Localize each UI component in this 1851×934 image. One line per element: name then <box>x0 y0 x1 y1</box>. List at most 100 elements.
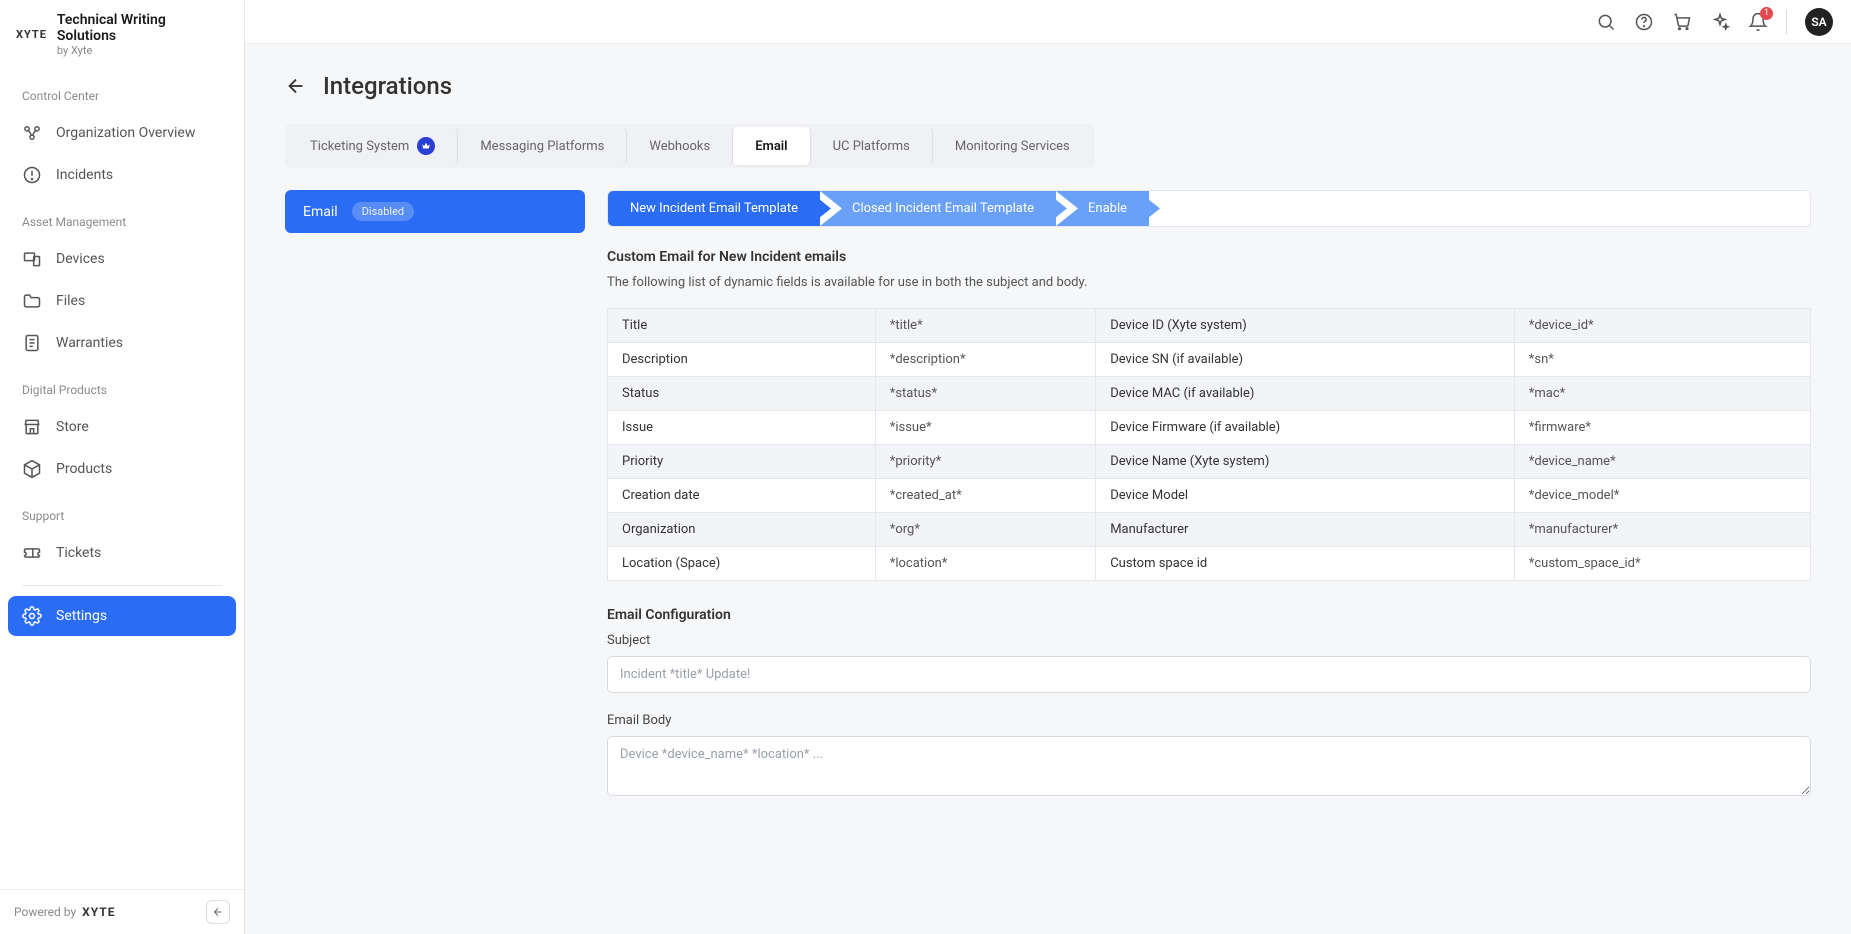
field-label: Device Firmware (if available) <box>1096 411 1515 445</box>
powered-by-text: Powered by <box>14 905 76 919</box>
table-row: Location (Space)*location*Custom space i… <box>608 547 1811 581</box>
page-header: Integrations <box>285 72 1811 100</box>
field-token: *custom_space_id* <box>1514 547 1810 581</box>
field-label: Custom space id <box>1096 547 1515 581</box>
field-label: Description <box>608 343 876 377</box>
sub-tab-email[interactable]: Email Disabled <box>285 190 585 233</box>
brand-title: Technical Writing Solutions <box>57 12 228 44</box>
sidebar-item-tickets[interactable]: Tickets <box>8 533 236 573</box>
sidebar-item-files[interactable]: Files <box>8 281 236 321</box>
sidebar-item-store[interactable]: Store <box>8 407 236 447</box>
avatar[interactable]: SA <box>1805 8 1833 36</box>
sidebar-item-label: Files <box>56 293 85 309</box>
alert-icon <box>22 165 42 185</box>
brand-subtitle: by Xyte <box>57 44 228 57</box>
divider <box>22 585 222 586</box>
table-row: Status*status*Device MAC (if available)*… <box>608 377 1811 411</box>
field-token: *issue* <box>875 411 1095 445</box>
tab-uc-platforms[interactable]: UC Platforms <box>811 127 933 165</box>
gear-icon <box>22 606 42 626</box>
tab-webhooks[interactable]: Webhooks <box>627 127 733 165</box>
store-icon <box>22 417 42 437</box>
field-token: *status* <box>875 377 1095 411</box>
step-new-incident[interactable]: New Incident Email Template <box>608 191 820 226</box>
subject-input[interactable] <box>607 656 1811 693</box>
field-token: *org* <box>875 513 1095 547</box>
sidebar-item-label: Incidents <box>56 167 113 183</box>
wizard-steps: New Incident Email Template Closed Incid… <box>607 190 1811 227</box>
status-pill: Disabled <box>352 202 414 221</box>
email-config-heading: Email Configuration <box>607 607 1811 623</box>
sidebar-item-products[interactable]: Products <box>8 449 236 489</box>
field-label: Title <box>608 309 876 343</box>
field-token: *device_id* <box>1514 309 1810 343</box>
bell-icon[interactable]: 1 <box>1748 12 1768 32</box>
subject-label: Subject <box>607 633 1811 648</box>
sidebar-item-warranties[interactable]: Warranties <box>8 323 236 363</box>
topbar: 1 SA <box>245 0 1851 44</box>
nav-heading: Control Center <box>8 83 236 113</box>
table-row: Creation date*created_at*Device Model*de… <box>608 479 1811 513</box>
brand-logo: XYTE <box>16 28 47 41</box>
sidebar-item-organization-overview[interactable]: Organization Overview <box>8 113 236 153</box>
field-token: *location* <box>875 547 1095 581</box>
ticket-icon <box>22 543 42 563</box>
field-label: Organization <box>608 513 876 547</box>
field-label: Location (Space) <box>608 547 876 581</box>
collapse-sidebar-button[interactable] <box>206 900 230 924</box>
nav-heading: Support <box>8 503 236 533</box>
body-textarea[interactable] <box>607 736 1811 796</box>
nav-heading: Digital Products <box>8 377 236 407</box>
field-label: Device SN (if available) <box>1096 343 1515 377</box>
sidebar: XYTE Technical Writing Solutions by Xyte… <box>0 0 245 934</box>
sidebar-footer: Powered by XYTE <box>0 889 244 934</box>
nav-heading: Asset Management <box>8 209 236 239</box>
section-title: Custom Email for New Incident emails <box>607 249 1811 265</box>
tab-messaging-platforms[interactable]: Messaging Platforms <box>458 127 627 165</box>
table-row: Description*description*Device SN (if av… <box>608 343 1811 377</box>
sidebar-item-settings[interactable]: Settings <box>8 596 236 636</box>
table-row: Title*title*Device ID (Xyte system)*devi… <box>608 309 1811 343</box>
field-label: Device MAC (if available) <box>1096 377 1515 411</box>
section-desc: The following list of dynamic fields is … <box>607 275 1811 290</box>
sidebar-item-label: Organization Overview <box>56 125 195 141</box>
doc-icon <box>22 333 42 353</box>
back-button[interactable] <box>285 75 307 97</box>
cart-icon[interactable] <box>1672 12 1692 32</box>
help-icon[interactable] <box>1634 12 1654 32</box>
field-token: *created_at* <box>875 479 1095 513</box>
divider <box>1786 10 1787 34</box>
sidebar-item-devices[interactable]: Devices <box>8 239 236 279</box>
tab-monitoring-services[interactable]: Monitoring Services <box>933 127 1092 165</box>
field-label: Device Name (Xyte system) <box>1096 445 1515 479</box>
sidebar-item-incidents[interactable]: Incidents <box>8 155 236 195</box>
field-label: Issue <box>608 411 876 445</box>
field-token: *device_name* <box>1514 445 1810 479</box>
field-token: *priority* <box>875 445 1095 479</box>
tab-ticketing-system[interactable]: Ticketing System <box>288 127 458 165</box>
field-token: *manufacturer* <box>1514 513 1810 547</box>
step-closed-incident[interactable]: Closed Incident Email Template <box>820 191 1056 226</box>
sparkle-icon[interactable] <box>1710 12 1730 32</box>
cube-icon <box>22 459 42 479</box>
field-token: *mac* <box>1514 377 1810 411</box>
field-token: *title* <box>875 309 1095 343</box>
sidebar-item-label: Store <box>56 419 89 435</box>
page-title: Integrations <box>323 72 452 100</box>
dynamic-fields-table: Title*title*Device ID (Xyte system)*devi… <box>607 308 1811 581</box>
field-label: Priority <box>608 445 876 479</box>
table-row: Priority*priority*Device Name (Xyte syst… <box>608 445 1811 479</box>
sidebar-item-label: Warranties <box>56 335 123 351</box>
tab-email[interactable]: Email <box>733 127 810 165</box>
table-row: Issue*issue*Device Firmware (if availabl… <box>608 411 1811 445</box>
notification-badge: 1 <box>1760 7 1773 20</box>
field-label: Status <box>608 377 876 411</box>
step-enable[interactable]: Enable <box>1056 191 1149 226</box>
body-label: Email Body <box>607 713 1811 728</box>
field-label: Device ID (Xyte system) <box>1096 309 1515 343</box>
table-row: Organization*org*Manufacturer*manufactur… <box>608 513 1811 547</box>
search-icon[interactable] <box>1596 12 1616 32</box>
field-token: *sn* <box>1514 343 1810 377</box>
field-label: Creation date <box>608 479 876 513</box>
crown-icon <box>417 137 435 155</box>
